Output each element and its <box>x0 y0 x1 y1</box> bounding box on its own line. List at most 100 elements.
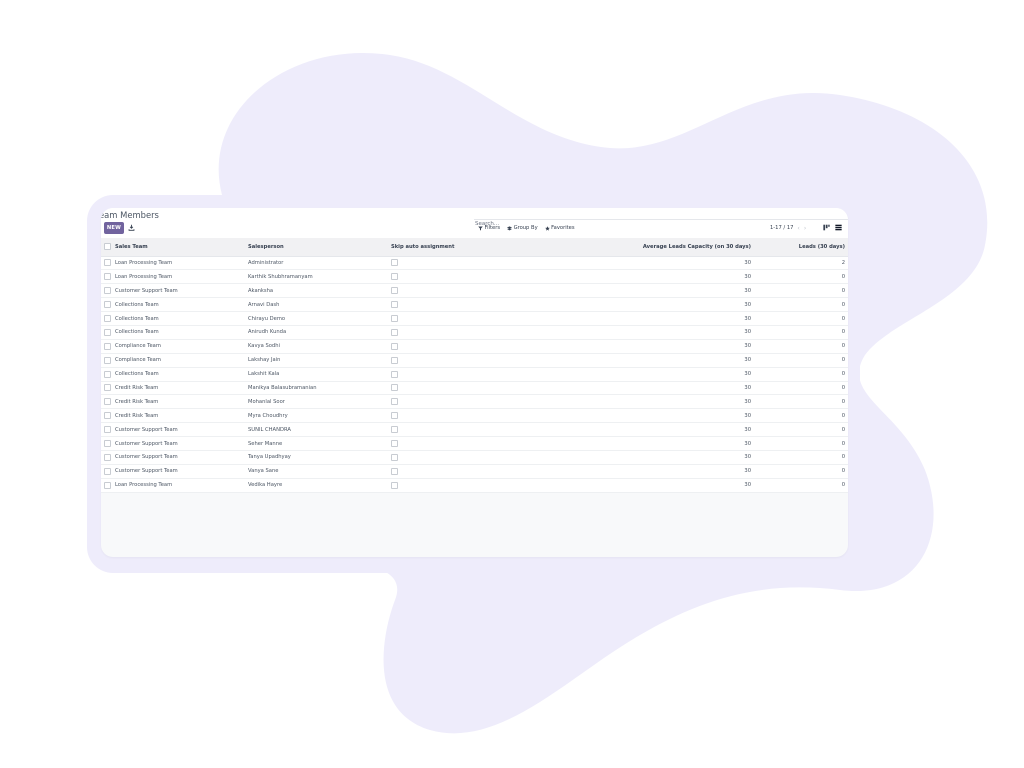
avg-leads-capacity-cell[interactable]: 30 <box>531 353 755 367</box>
leads-30-days-cell[interactable]: 0 <box>755 270 848 284</box>
avg-leads-capacity-cell[interactable]: 30 <box>531 478 755 492</box>
avg-leads-capacity-cell[interactable]: 30 <box>531 339 755 353</box>
col-leads-30-days[interactable]: Leads (30 days) <box>755 238 848 257</box>
skip-auto-assignment-checkbox[interactable] <box>391 412 398 420</box>
leads-30-days-cell[interactable]: 0 <box>755 325 848 339</box>
sales-team-cell[interactable]: Loan Processing Team <box>115 478 248 492</box>
table-row[interactable]: Loan Processing Team Karthik Shubhramanya… <box>101 269 848 284</box>
leads-30-days-cell[interactable]: 0 <box>755 284 848 298</box>
skip-auto-assignment-checkbox[interactable] <box>391 384 398 392</box>
table-row[interactable]: Credit Risk Team Mohanlal Soor 30 0 <box>101 394 848 409</box>
col-salesperson[interactable]: Salesperson <box>248 238 391 257</box>
skip-auto-assignment-checkbox[interactable] <box>391 467 398 475</box>
salesperson-cell[interactable]: Mohanlal Soor <box>248 395 391 409</box>
skip-auto-assignment-checkbox[interactable] <box>391 301 398 309</box>
avg-leads-capacity-cell[interactable]: 30 <box>531 325 755 339</box>
skip-auto-assignment-checkbox[interactable] <box>391 315 398 322</box>
salesperson-cell[interactable]: Tanya Upadhyay <box>248 450 391 464</box>
salesperson-cell[interactable]: SUNIL CHANDRA <box>248 423 391 437</box>
sales-team-cell[interactable]: Loan Processing Team <box>115 256 248 270</box>
avg-leads-capacity-cell[interactable]: 30 <box>531 256 755 270</box>
leads-30-days-cell[interactable]: 0 <box>755 464 848 478</box>
avg-leads-capacity-cell[interactable]: 30 <box>531 409 755 423</box>
leads-30-days-cell[interactable]: 2 <box>755 256 848 270</box>
sales-team-cell[interactable]: Credit Risk Team <box>115 409 248 423</box>
skip-auto-assignment-checkbox[interactable] <box>391 342 398 350</box>
leads-30-days-cell[interactable]: 0 <box>755 478 848 492</box>
leads-30-days-cell[interactable]: 0 <box>755 450 848 464</box>
row-checkbox[interactable] <box>104 398 111 406</box>
skip-auto-assignment-checkbox[interactable] <box>391 453 398 461</box>
table-row[interactable]: Customer Support Team Akanksha 30 0 <box>101 283 848 298</box>
avg-leads-capacity-cell[interactable]: 30 <box>531 270 755 284</box>
row-checkbox[interactable] <box>104 301 111 309</box>
sales-team-cell[interactable]: Credit Risk Team <box>115 381 248 395</box>
row-checkbox[interactable] <box>104 328 111 336</box>
col-avg-leads-capacity[interactable]: Average Leads Capacity (on 30 days) <box>531 238 755 257</box>
salesperson-cell[interactable]: Vanya Sane <box>248 464 391 478</box>
leads-30-days-cell[interactable]: 0 <box>755 381 848 395</box>
row-checkbox[interactable] <box>104 356 111 364</box>
salesperson-cell[interactable]: Anirudh Kunda <box>248 325 391 339</box>
avg-leads-capacity-cell[interactable]: 30 <box>531 312 755 326</box>
skip-auto-assignment-checkbox[interactable] <box>391 440 398 448</box>
chevron-left-icon[interactable]: ‹ <box>797 225 799 232</box>
skip-auto-assignment-checkbox[interactable] <box>391 259 398 267</box>
sales-team-cell[interactable]: Customer Support Team <box>115 450 248 464</box>
table-row[interactable]: Loan Processing Team Vedika Hayre 30 0 <box>101 478 848 493</box>
row-checkbox[interactable] <box>104 342 111 350</box>
leads-30-days-cell[interactable]: 0 <box>755 298 848 312</box>
salesperson-cell[interactable]: Myra Choudhry <box>248 409 391 423</box>
table-row[interactable]: Compliance Team Kavya Sodhi 30 0 <box>101 339 848 354</box>
salesperson-cell[interactable]: Seher Manne <box>248 437 391 451</box>
select-all-checkbox[interactable] <box>104 243 111 251</box>
sales-team-cell[interactable]: Loan Processing Team <box>115 270 248 284</box>
search-box[interactable] <box>474 210 848 227</box>
avg-leads-capacity-cell[interactable]: 30 <box>531 395 755 409</box>
avg-leads-capacity-cell[interactable]: 30 <box>531 437 755 451</box>
row-checkbox[interactable] <box>104 412 111 420</box>
salesperson-cell[interactable]: Administrator <box>248 256 391 270</box>
row-checkbox[interactable] <box>104 426 111 434</box>
pager-value[interactable]: 1-17 / 17 <box>770 225 793 231</box>
table-row[interactable]: Loan Processing Team Administrator 30 2 <box>101 256 848 270</box>
avg-leads-capacity-cell[interactable]: 30 <box>531 298 755 312</box>
table-row[interactable]: Credit Risk Team Myra Choudhry 30 0 <box>101 408 848 423</box>
list-view-icon[interactable] <box>835 224 842 231</box>
salesperson-cell[interactable]: Lakshay Jain <box>248 353 391 367</box>
leads-30-days-cell[interactable]: 0 <box>755 423 848 437</box>
sales-team-cell[interactable]: Compliance Team <box>115 353 248 367</box>
table-row[interactable]: Compliance Team Lakshay Jain 30 0 <box>101 353 848 368</box>
skip-auto-assignment-checkbox[interactable] <box>391 370 398 378</box>
table-row[interactable]: Credit Risk Team Manikya Balasubramanian 3… <box>101 381 848 395</box>
skip-auto-assignment-checkbox[interactable] <box>391 328 398 336</box>
sales-team-cell[interactable]: Credit Risk Team <box>115 395 248 409</box>
chevron-right-icon[interactable]: › <box>804 225 806 232</box>
table-row[interactable]: Collections Team Lakshit Kala 30 0 <box>101 367 848 382</box>
leads-30-days-cell[interactable]: 0 <box>755 409 848 423</box>
table-row[interactable]: Collections Team Chirayu Demo 30 0 <box>101 311 848 326</box>
salesperson-cell[interactable]: Manikya Balasubramanian <box>248 381 391 395</box>
sales-team-cell[interactable]: Customer Support Team <box>115 437 248 451</box>
table-row[interactable]: Collections Team Anirudh Kunda 30 0 <box>101 325 848 340</box>
avg-leads-capacity-cell[interactable]: 30 <box>531 284 755 298</box>
salesperson-cell[interactable]: Arnavi Dash <box>248 298 391 312</box>
table-row[interactable]: Customer Support Team SUNIL CHANDRA 30 0 <box>101 422 848 437</box>
skip-auto-assignment-checkbox[interactable] <box>391 273 398 281</box>
favorites-button[interactable]: Favorites <box>544 225 575 231</box>
sales-team-cell[interactable]: Customer Support Team <box>115 464 248 478</box>
filters-button[interactable]: Filters <box>478 225 500 231</box>
table-row[interactable]: Customer Support Team Vanya Sane 30 0 <box>101 464 848 479</box>
avg-leads-capacity-cell[interactable]: 30 <box>531 464 755 478</box>
sales-team-cell[interactable]: Compliance Team <box>115 339 248 353</box>
table-row[interactable]: Collections Team Arnavi Dash 30 0 <box>101 297 848 312</box>
leads-30-days-cell[interactable]: 0 <box>755 437 848 451</box>
row-checkbox[interactable] <box>104 273 111 281</box>
salesperson-cell[interactable]: Lakshit Kala <box>248 367 391 381</box>
sales-team-cell[interactable]: Customer Support Team <box>115 284 248 298</box>
sales-team-cell[interactable]: Collections Team <box>115 325 248 339</box>
leads-30-days-cell[interactable]: 0 <box>755 353 848 367</box>
salesperson-cell[interactable]: Chirayu Demo <box>248 312 391 326</box>
row-checkbox[interactable] <box>104 259 111 267</box>
row-checkbox[interactable] <box>104 370 111 378</box>
